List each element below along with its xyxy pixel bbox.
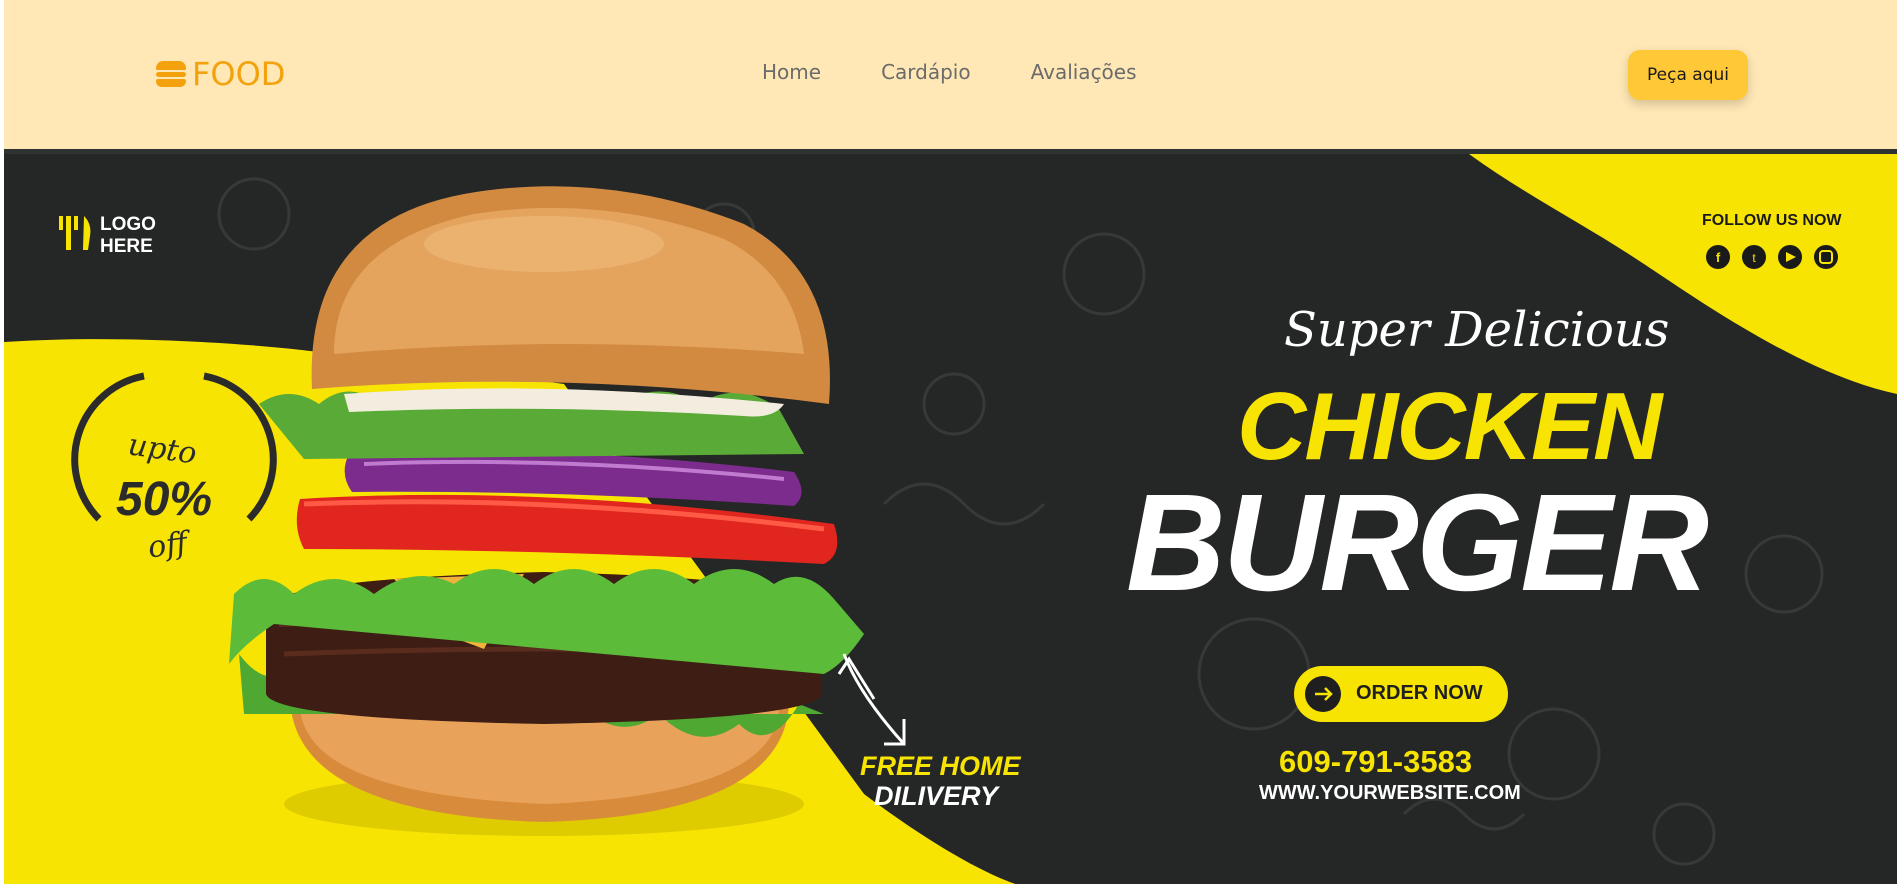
free-delivery-line-1: FREE HOME bbox=[860, 751, 1021, 781]
burger-image bbox=[229, 186, 864, 822]
nav-link-home[interactable]: Home bbox=[762, 60, 821, 84]
navbar: FOOD Home Cardápio Avaliações Peça aqui bbox=[4, 0, 1897, 149]
tagline: Super Delicious bbox=[1284, 302, 1670, 358]
order-here-button[interactable]: Peça aqui bbox=[1628, 50, 1748, 100]
arrow-down-icon bbox=[837, 653, 906, 746]
logo-line-2: HERE bbox=[100, 236, 153, 257]
headline-burger: BURGER bbox=[1126, 466, 1709, 620]
yellow-wave-right bbox=[1469, 154, 1897, 394]
promo-percent: 50% bbox=[116, 473, 213, 526]
brand-name: FOOD bbox=[192, 55, 286, 93]
nav-link-cardapio[interactable]: Cardápio bbox=[881, 60, 971, 84]
promo-off: off bbox=[145, 525, 190, 566]
brand-logo[interactable]: FOOD bbox=[156, 55, 285, 93]
svg-text:f: f bbox=[1716, 250, 1721, 265]
nav-link-avaliacoes[interactable]: Avaliações bbox=[1031, 60, 1137, 84]
fork-knife-icon bbox=[59, 216, 91, 250]
website-url: WWW.YOURWEBSITE.COM bbox=[1259, 782, 1521, 804]
order-now-button[interactable]: ORDER NOW bbox=[1356, 682, 1483, 705]
phone-number: 609-791-3583 bbox=[1279, 744, 1473, 779]
free-delivery-line-2: DILIVERY bbox=[874, 781, 999, 811]
follow-text: FOLLOW US NOW bbox=[1702, 212, 1842, 229]
main-nav: Home Cardápio Avaliações bbox=[762, 60, 1137, 84]
hero-banner: f t LOGO HERE FOLLOW US NOW upto 50% off… bbox=[4, 149, 1897, 884]
burger-icon bbox=[156, 61, 186, 87]
logo-line-1: LOGO bbox=[100, 214, 156, 235]
